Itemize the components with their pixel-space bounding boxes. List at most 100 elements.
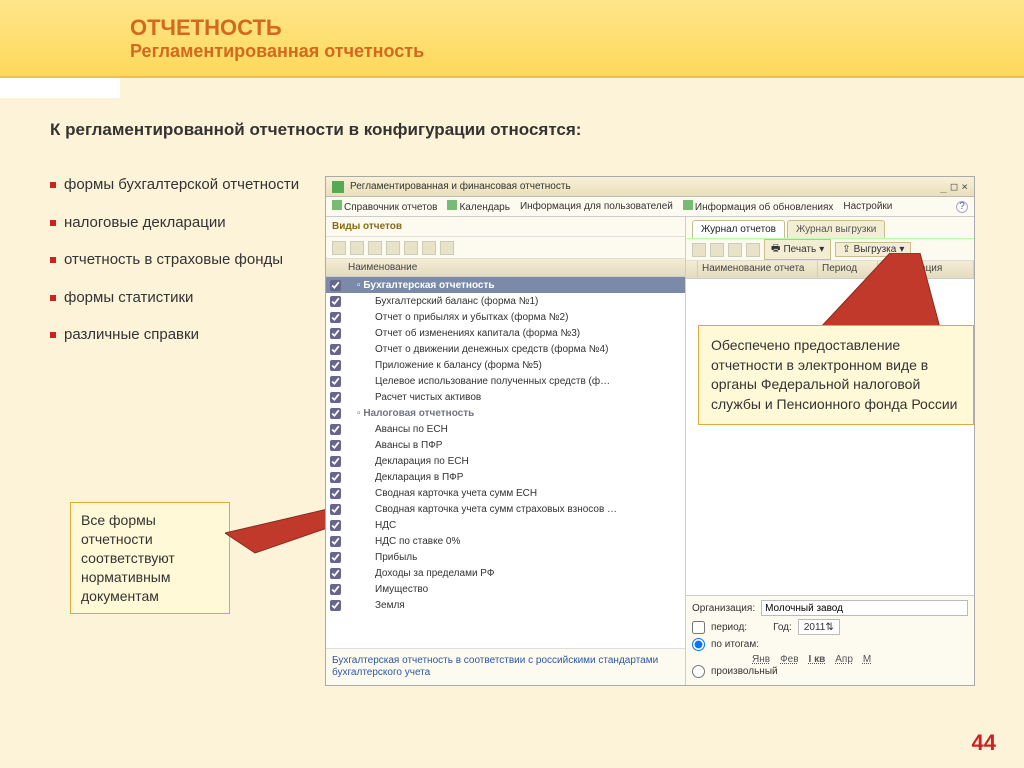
tree-row[interactable]: Прибыль xyxy=(326,549,685,565)
folder-icon[interactable] xyxy=(350,241,364,255)
tree-checkbox[interactable] xyxy=(330,488,341,499)
quarter-link[interactable]: I кв xyxy=(809,654,826,665)
tree-row[interactable]: Доходы за пределами РФ xyxy=(326,565,685,581)
tree-checkbox[interactable] xyxy=(330,456,341,467)
tree-label: Авансы по ЕСН xyxy=(347,424,448,435)
period-checkbox[interactable] xyxy=(692,621,705,634)
new-icon[interactable] xyxy=(710,243,724,257)
slide-header: ОТЧЕТНОСТЬ Регламентированная отчетность xyxy=(0,0,1024,78)
quarter-link[interactable]: Фев xyxy=(780,654,798,665)
year-stepper[interactable]: 2011 ⇅ xyxy=(798,619,840,635)
tree-row[interactable]: Декларация в ПФР xyxy=(326,469,685,485)
tree-checkbox[interactable] xyxy=(330,536,341,547)
tree-row[interactable]: Земля xyxy=(326,597,685,613)
tree-label: Декларация в ПФР xyxy=(347,472,463,483)
tree-row[interactable]: Авансы по ЕСН xyxy=(326,421,685,437)
help-icon[interactable]: ? xyxy=(956,201,968,213)
menu-item[interactable]: Информация для пользователей xyxy=(520,201,673,212)
doc-icon xyxy=(332,200,342,210)
tree-checkbox[interactable] xyxy=(330,472,341,483)
tree-row[interactable]: НДС по ставке 0% xyxy=(326,533,685,549)
tree-checkbox[interactable] xyxy=(330,296,341,307)
tree-checkbox[interactable] xyxy=(330,600,341,611)
tree-row[interactable]: Отчет об изменениях капитала (форма №3) xyxy=(326,325,685,341)
close-icon[interactable]: × xyxy=(961,180,968,193)
menu-item[interactable]: Информация об обновлениях xyxy=(683,200,833,213)
tree-row[interactable]: Декларация по ЕСН xyxy=(326,453,685,469)
bullet-list: формы бухгалтерской отчетности налоговые… xyxy=(50,175,300,363)
tree-checkbox[interactable] xyxy=(330,408,341,419)
opt-totals-label: по итогам: xyxy=(711,639,759,650)
stepper-icon: ⇅ xyxy=(825,622,833,633)
refresh-icon[interactable] xyxy=(746,243,760,257)
org-input[interactable] xyxy=(761,600,968,616)
tree-label: Земля xyxy=(347,600,405,611)
slide-subtitle: Регламентированная отчетность xyxy=(130,41,424,62)
new-icon[interactable] xyxy=(332,241,346,255)
left-pane: Виды отчетов Наименование ▫ Бухгалтерска… xyxy=(326,217,686,685)
slide-title: ОТЧЕТНОСТЬ xyxy=(130,15,424,41)
uncheck-icon[interactable] xyxy=(422,241,436,255)
tree-row[interactable]: Бухгалтерский баланс (форма №1) xyxy=(326,293,685,309)
col-name[interactable]: Наименование отчета xyxy=(698,261,818,278)
tree-checkbox[interactable] xyxy=(330,328,341,339)
tree-label: Доходы за пределами РФ xyxy=(347,568,494,579)
tree-row[interactable]: Приложение к балансу (форма №5) xyxy=(326,357,685,373)
tree-row[interactable]: Сводная карточка учета сумм страховых вз… xyxy=(326,501,685,517)
left-toolbar xyxy=(326,237,685,259)
filter-icon[interactable] xyxy=(440,241,454,255)
tree-row[interactable]: Отчет о прибылях и убытках (форма №2) xyxy=(326,309,685,325)
opt-totals-radio[interactable] xyxy=(692,638,705,651)
tree-checkbox[interactable] xyxy=(330,344,341,355)
minimize-icon[interactable]: _ xyxy=(940,180,947,193)
period-label: период: xyxy=(711,622,747,633)
tree-checkbox[interactable] xyxy=(330,392,341,403)
delete-icon[interactable] xyxy=(728,243,742,257)
quarter-link[interactable]: М xyxy=(863,654,871,665)
edit-icon[interactable] xyxy=(368,241,382,255)
tree-label: Отчет о движении денежных средств (форма… xyxy=(347,344,608,355)
tree-row[interactable]: Отчет о движении денежных средств (форма… xyxy=(326,341,685,357)
tree-label: Имущество xyxy=(347,584,428,595)
menu-item[interactable]: Справочник отчетов xyxy=(332,200,437,213)
refresh-icon[interactable] xyxy=(386,241,400,255)
maximize-icon[interactable]: □ xyxy=(951,180,958,193)
tab-journal[interactable]: Журнал отчетов xyxy=(692,220,785,238)
tree-checkbox[interactable] xyxy=(330,376,341,387)
tree-checkbox[interactable] xyxy=(330,584,341,595)
tab-export[interactable]: Журнал выгрузки xyxy=(787,220,885,238)
bullet-item: налоговые декларации xyxy=(50,213,300,233)
tree-row[interactable]: НДС xyxy=(326,517,685,533)
left-column-header[interactable]: Наименование xyxy=(326,259,685,277)
tree-checkbox[interactable] xyxy=(330,568,341,579)
tree-row[interactable]: Авансы в ПФР xyxy=(326,437,685,453)
tree-checkbox[interactable] xyxy=(330,424,341,435)
tree-row[interactable]: Сводная карточка учета сумм ЕСН xyxy=(326,485,685,501)
filter-icon[interactable] xyxy=(692,243,706,257)
menu-item[interactable]: Настройки xyxy=(843,201,892,212)
tree-label: Сводная карточка учета сумм ЕСН xyxy=(347,488,537,499)
bullet-item: различные справки xyxy=(50,325,300,345)
check-icon[interactable] xyxy=(404,241,418,255)
quarter-link[interactable]: Янв xyxy=(752,654,770,665)
menu-bar: Справочник отчетов Календарь Информация … xyxy=(326,197,974,217)
printer-icon: 🖶 xyxy=(771,241,780,258)
tree-checkbox[interactable] xyxy=(330,312,341,323)
tree-checkbox[interactable] xyxy=(330,280,341,291)
tree-row[interactable]: Расчет чистых активов xyxy=(326,389,685,405)
tree-row[interactable]: ▫ Бухгалтерская отчетность xyxy=(326,277,685,293)
opt-custom-radio[interactable] xyxy=(692,665,705,678)
quarter-links: Янв Фев I кв Апр М xyxy=(692,654,968,665)
tree-row[interactable]: Целевое использование полученных средств… xyxy=(326,373,685,389)
bottom-panel: Организация: период: Год: 2011 ⇅ по итог… xyxy=(686,595,974,685)
menu-item[interactable]: Календарь xyxy=(447,200,509,213)
tree-checkbox[interactable] xyxy=(330,552,341,563)
tree-checkbox[interactable] xyxy=(330,520,341,531)
tree-checkbox[interactable] xyxy=(330,360,341,371)
tree-label: ▫ Налоговая отчетность xyxy=(347,408,474,419)
tree-checkbox[interactable] xyxy=(330,440,341,451)
tree-row[interactable]: Имущество xyxy=(326,581,685,597)
tree-checkbox[interactable] xyxy=(330,504,341,515)
tree-row[interactable]: ▫ Налоговая отчетность xyxy=(326,405,685,421)
quarter-link[interactable]: Апр xyxy=(835,654,853,665)
